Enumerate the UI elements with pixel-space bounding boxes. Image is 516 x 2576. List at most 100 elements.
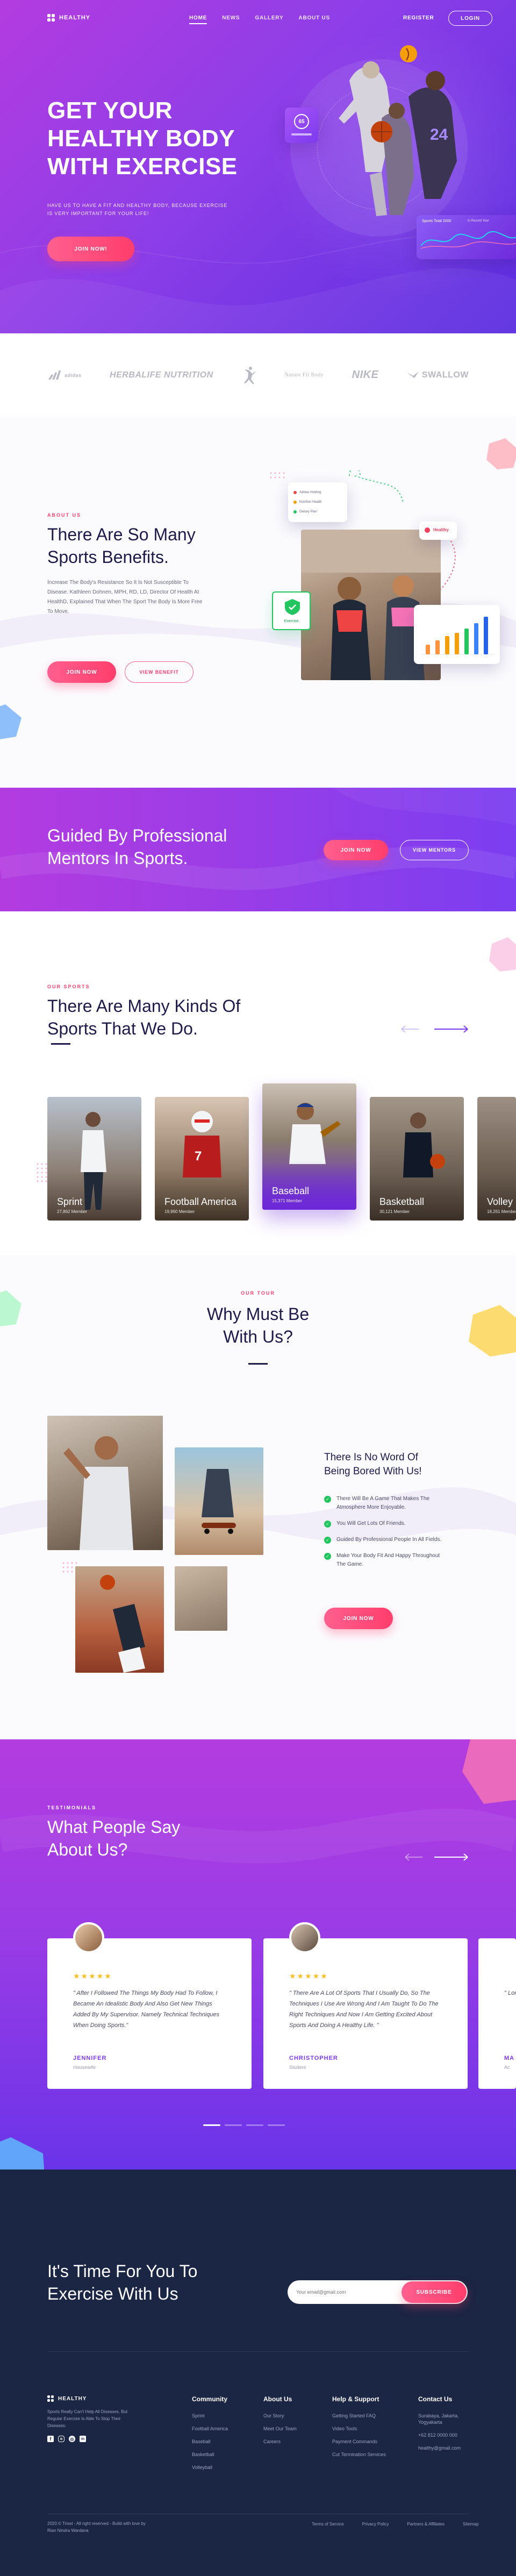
sport-name: Sprint [57, 1196, 83, 1207]
nav-news[interactable]: NEWS [222, 15, 240, 24]
sport-card-volley[interactable]: Volley 18,261 Member [477, 1097, 516, 1221]
testimonial-card: ★★★★★ " After I Followed The Things My B… [47, 1922, 252, 2089]
page-dot[interactable] [268, 2124, 285, 2126]
dribbble-icon[interactable]: ◎ [69, 2436, 75, 2442]
facebook-icon[interactable]: f [47, 2436, 54, 2442]
footer-link[interactable]: Careers [263, 2438, 297, 2445]
brand-name: HEALTHY [59, 15, 91, 21]
shield-icon [285, 599, 300, 615]
partner-herbalife[interactable]: HERBALIFE NUTRITION [110, 370, 213, 379]
instagram-icon[interactable] [58, 2436, 64, 2442]
testimonials-label: TESTIMONIALS [47, 1805, 96, 1810]
avatar [289, 1922, 320, 1953]
footer-link[interactable]: Getting Started FAQ [332, 2413, 391, 2419]
footer-col-title: Community [192, 2395, 227, 2403]
stat-value: 65 [294, 114, 309, 129]
mentors-join-button[interactable]: JOIN NOW [324, 840, 388, 860]
footer-link[interactable]: Football America [192, 2425, 228, 2432]
footer-logo[interactable]: HEALTHY [47, 2395, 133, 2402]
footer: It's Time For You ToExercise With Us SUB… [0, 2170, 516, 2576]
page-dot[interactable] [246, 2124, 263, 2126]
sport-card-football[interactable]: 7 Football America 19,960 Member [155, 1097, 249, 1221]
footer-link[interactable]: Our Story [263, 2413, 297, 2419]
sport-card-baseball[interactable]: Baseball 15,371 Member [262, 1083, 356, 1210]
footer-bottom-links: Terms of Service Privacy Policy Partners… [312, 2521, 478, 2534]
sport-members: 27,862 Member [57, 1209, 88, 1214]
why-join-button[interactable]: JOIN NOW [324, 1608, 393, 1629]
terms-link[interactable]: Terms of Service [312, 2521, 344, 2528]
partner-swallow[interactable]: SWALLOW [406, 370, 469, 380]
sport-name: Baseball [272, 1186, 310, 1196]
footer-brand-text: Sports Really Can't Help All Diseases, B… [47, 2409, 128, 2428]
avatar [73, 1922, 104, 1953]
footer-link[interactable]: Baseball [192, 2438, 228, 2445]
footer-divider [47, 2351, 469, 2352]
svg-text:24: 24 [430, 126, 448, 144]
partners-link[interactable]: Partners & Affiliates [407, 2521, 445, 2528]
sitemap-link[interactable]: Sitemap [463, 2521, 478, 2528]
linkedin-icon[interactable]: in [80, 2436, 86, 2442]
why-checklist: ✓ There Will Be A Game That Makes The Atm… [324, 1495, 445, 1576]
footer-link[interactable]: Video Tools [332, 2425, 391, 2432]
footer-contact-email[interactable]: healthy@gmail.com [418, 2445, 472, 2451]
partner-nature-fit[interactable]: Nature Fit Body [285, 372, 324, 378]
footer-contact-phone[interactable]: +62 812 0000 000 [418, 2432, 472, 2438]
page-dot[interactable] [225, 2124, 242, 2126]
view-benefit-button[interactable]: VIEW BENEFIT [125, 661, 194, 683]
exercise-card: Exercise [272, 591, 311, 630]
testi-prev-arrow-icon[interactable] [404, 1853, 424, 1861]
hero-title-line3: WITH EXERCISE [47, 153, 238, 180]
subscribe-button[interactable]: SUBSCRIBE [402, 2281, 467, 2303]
benefits-section: ABOUT US There Are So Many Sports Benefit… [0, 417, 516, 788]
sports-label: OUR SPORTS [47, 984, 90, 989]
login-button[interactable]: LOGIN [448, 11, 492, 26]
sports-title-underline [51, 1043, 70, 1045]
testimonial-quote: " There Are A Lot Of Sports That I Usual… [289, 1990, 439, 2029]
hero-title: GET YOUR HEALTHY BODY WITH EXERCISE [47, 97, 252, 181]
footer-link[interactable]: Basketball [192, 2451, 228, 2458]
sport-name: Volley [487, 1196, 513, 1207]
sport-card-basketball[interactable]: Basketball 30,121 Member [370, 1097, 464, 1221]
footer-link[interactable]: Meet Our Team [263, 2425, 297, 2432]
footer-col-about: About Us Our Story Meet Our Team Careers [263, 2395, 297, 2451]
footer-link[interactable]: Volleyball [192, 2464, 228, 2471]
testimonial-quote: " After I Followed The Things My Body Ha… [73, 1990, 220, 2029]
sport-card-sprint[interactable]: Sprint 27,862 Member [47, 1097, 141, 1221]
footer-col-community: Community Sprint Football America Baseba… [192, 2395, 228, 2477]
nav-about[interactable]: ABOUT US [298, 15, 330, 24]
hero-section: HEALTHY HOME NEWS GALLERY ABOUT US REGIS… [0, 0, 516, 333]
brand-logo[interactable]: HEALTHY [47, 14, 90, 22]
benefits-join-button[interactable]: JOIN NOW [47, 661, 116, 683]
adidas-icon [48, 369, 61, 380]
testi-next-arrow-icon[interactable] [433, 1853, 469, 1861]
copyright: 2020 © Trixel - All right reserved - Bui… [47, 2521, 146, 2533]
partner-jumpman[interactable] [241, 366, 256, 384]
hero-join-button[interactable]: JOIN NOW! [47, 237, 134, 261]
benefits-label: ABOUT US [47, 512, 81, 518]
sport-members: 18,261 Member [487, 1209, 516, 1214]
email-input[interactable] [296, 2287, 388, 2297]
page-dot-active[interactable] [203, 2124, 220, 2126]
nav-home[interactable]: HOME [189, 15, 207, 24]
footer-link[interactable]: Payment Commands [332, 2438, 391, 2445]
footer-link[interactable]: Cut Termination Services [332, 2451, 391, 2458]
why-item: ✓ Guided By Professional People In All Fi… [324, 1536, 445, 1544]
nav-gallery[interactable]: GALLERY [255, 15, 283, 24]
why-photo-skate [175, 1447, 263, 1555]
athletes-illustration: 24 [339, 45, 457, 216]
privacy-link[interactable]: Privacy Policy [362, 2521, 389, 2528]
partner-nike[interactable]: NIKE [352, 369, 379, 381]
footer-link[interactable]: Sprint [192, 2413, 228, 2419]
check-icon: ✓ [324, 1496, 331, 1503]
register-link[interactable]: REGISTER [403, 15, 434, 21]
view-mentors-button[interactable]: VIEW MENTORS [400, 840, 469, 860]
next-arrow-icon[interactable] [433, 1025, 469, 1033]
jumpman-icon [244, 366, 256, 384]
swallow-icon [406, 371, 419, 378]
prev-arrow-icon[interactable] [400, 1025, 420, 1033]
partner-adidas[interactable]: adidas [47, 369, 82, 381]
sport-name: Basketball [379, 1196, 425, 1207]
footer-brand: HEALTHY Sports Really Can't Help All Dis… [47, 2395, 133, 2442]
testimonial-card: ★★★★★ " There Are A Lot Of Sports That I… [263, 1922, 468, 2089]
why-item: ✓ There Will Be A Game That Makes The Atm… [324, 1495, 445, 1512]
